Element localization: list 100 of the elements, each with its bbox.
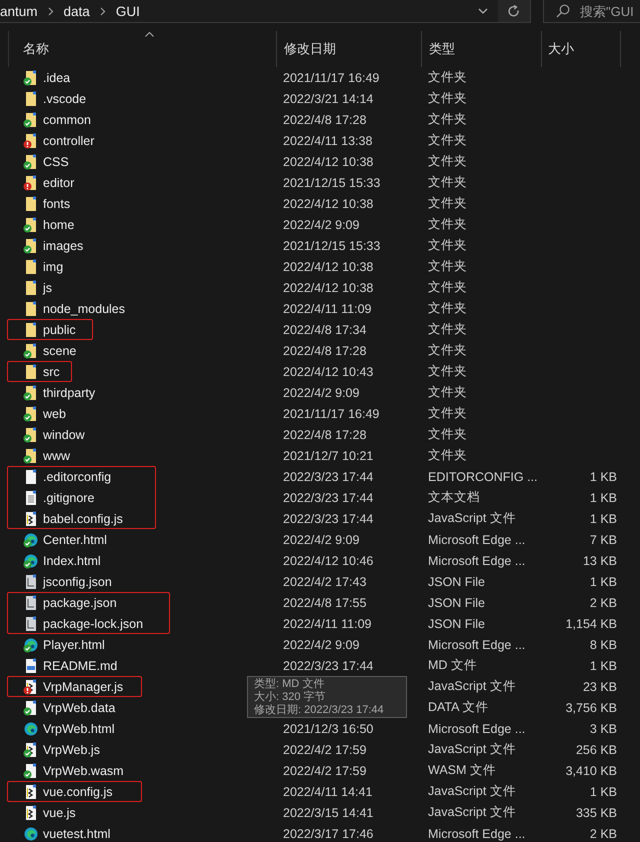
file-size: 3,756 KB — [564, 700, 617, 714]
file-name[interactable]: controller — [43, 134, 94, 148]
modified-date: 2022/4/2 17:43 — [283, 574, 366, 588]
file-name[interactable]: images — [43, 238, 84, 252]
file-name[interactable]: vue.config.js — [43, 784, 112, 798]
file-type: 文件夹 — [427, 342, 468, 359]
modified-date: 2022/3/21 14:14 — [283, 92, 374, 106]
file-name[interactable]: home — [43, 218, 74, 232]
modified-date: 2022/4/11 11:09 — [283, 302, 372, 316]
file-name[interactable]: .idea — [43, 70, 70, 84]
tooltip-text: 修改日期: 2022/3/23 17:44 — [254, 704, 385, 716]
file-name[interactable]: VrpWeb.js — [43, 742, 100, 756]
file-type: 文件夹 — [427, 363, 468, 380]
file-name[interactable]: VrpWeb.data — [43, 700, 116, 714]
column-header[interactable]: 大小 — [542, 31, 621, 67]
file-name[interactable]: src — [43, 364, 60, 378]
file-name[interactable]: jsconfig.json — [43, 574, 112, 588]
file-name[interactable]: Index.html — [43, 554, 101, 568]
modified-date: 2022/4/2 9:09 — [283, 638, 360, 652]
file-type: 文件夹 — [427, 447, 468, 464]
file-type: Microsoft Edge ... — [427, 532, 526, 546]
file-size: 256 KB — [574, 742, 617, 756]
modified-date: 2022/4/8 17:28 — [283, 112, 366, 126]
modified-date: 2022/3/23 17:44 — [283, 658, 374, 672]
modified-date: 2022/4/2 17:59 — [283, 742, 366, 756]
refresh-icon[interactable] — [508, 4, 520, 18]
file-type: JavaScript 文件 — [427, 741, 517, 758]
file-name[interactable]: fonts — [43, 196, 70, 210]
file-type: 文件夹 — [427, 258, 468, 275]
file-type: Microsoft Edge ... — [427, 554, 526, 568]
modified-date: 2022/4/8 17:34 — [283, 322, 366, 336]
column-header[interactable]: 类型 — [422, 31, 542, 67]
file-type: 文件夹 — [427, 426, 468, 443]
address-bar[interactable]: antum data GUI — [0, 0, 531, 23]
file-name[interactable]: README.md — [43, 658, 118, 672]
file-name[interactable]: js — [43, 280, 52, 294]
file-type: JSON File — [427, 616, 486, 630]
file-name[interactable]: .editorconfig — [43, 470, 112, 484]
modified-date: 2021/12/15 15:33 — [283, 238, 380, 252]
file-type: WASM 文件 — [427, 762, 497, 779]
breadcrumb-item[interactable]: antum — [0, 4, 38, 18]
file-type: 文件夹 — [427, 111, 468, 128]
file-name[interactable]: VrpWeb.html — [43, 722, 115, 736]
modified-date: 2022/3/17 17:46 — [283, 826, 374, 840]
file-name[interactable]: package-lock.json — [43, 616, 144, 630]
modified-date: 2022/3/23 17:44 — [283, 512, 374, 526]
modified-date: 2022/4/11 13:38 — [283, 134, 372, 148]
chevron-down-icon[interactable] — [478, 8, 488, 14]
file-name[interactable]: babel.config.js — [43, 512, 123, 526]
file-type: JavaScript 文件 — [427, 678, 517, 695]
file-name[interactable]: VrpManager.js — [43, 680, 124, 694]
modified-date: 2022/4/8 17:28 — [283, 428, 366, 442]
file-type: 文件夹 — [427, 174, 468, 191]
chevron-right-icon — [100, 6, 106, 16]
file-type: EDITORCONFIG ... — [427, 470, 538, 484]
file-type: 文件夹 — [427, 153, 468, 170]
breadcrumb-item[interactable]: GUI — [116, 4, 140, 18]
file-name[interactable]: CSS — [43, 154, 69, 168]
file-type: 文件夹 — [427, 405, 468, 422]
file-name[interactable]: node_modules — [43, 302, 126, 316]
file-name[interactable]: www — [43, 448, 70, 462]
breadcrumb-item[interactable]: data — [64, 4, 90, 18]
file-size: 23 KB — [582, 680, 617, 694]
sort-caret-icon — [145, 32, 154, 37]
file-name[interactable]: Player.html — [43, 638, 105, 652]
file-name[interactable]: editor — [43, 176, 74, 190]
file-name[interactable]: package.json — [43, 596, 117, 610]
file-type: 文件夹 — [427, 69, 468, 86]
file-type: MD 文件 — [427, 657, 478, 674]
tooltip-text: 大小: 320 字节 — [254, 690, 327, 704]
file-size: 1,154 KB — [564, 616, 617, 630]
file-type: JavaScript 文件 — [427, 804, 517, 821]
file-type: 文件夹 — [427, 132, 468, 149]
column-header[interactable]: 修改日期 — [277, 31, 422, 67]
search-input[interactable]: 搜索"GUI — [580, 4, 640, 18]
modified-date: 2022/4/11 11:09 — [283, 616, 372, 630]
file-name[interactable]: VrpWeb.wasm — [43, 764, 124, 778]
file-type: 文件夹 — [427, 321, 468, 338]
file-name[interactable]: Center.html — [43, 532, 107, 546]
file-name[interactable]: thirdparty — [43, 386, 96, 400]
modified-date: 2022/4/2 9:09 — [283, 386, 360, 400]
file-name[interactable]: window — [43, 428, 85, 442]
file-size: 1 KB — [588, 490, 617, 504]
file-name[interactable]: vue.js — [43, 806, 76, 820]
file-type: 文件夹 — [427, 195, 468, 212]
file-name[interactable]: img — [43, 260, 64, 274]
file-name[interactable]: .gitignore — [43, 490, 94, 504]
file-type: JSON File — [427, 596, 486, 610]
file-name[interactable]: public — [43, 322, 76, 336]
file-type: Microsoft Edge ... — [427, 722, 526, 736]
file-name[interactable]: web — [43, 406, 66, 420]
file-type: JSON File — [427, 574, 486, 588]
modified-date: 2022/4/12 10:38 — [283, 154, 374, 168]
file-name[interactable]: vuetest.html — [43, 826, 110, 840]
column-header[interactable]: 名称 — [9, 31, 277, 67]
file-type: 文本文档 — [427, 489, 481, 506]
file-name[interactable]: common — [43, 112, 91, 126]
file-name[interactable]: scene — [43, 344, 76, 358]
file-name[interactable]: .vscode — [43, 92, 86, 106]
file-size: 8 KB — [588, 638, 617, 652]
